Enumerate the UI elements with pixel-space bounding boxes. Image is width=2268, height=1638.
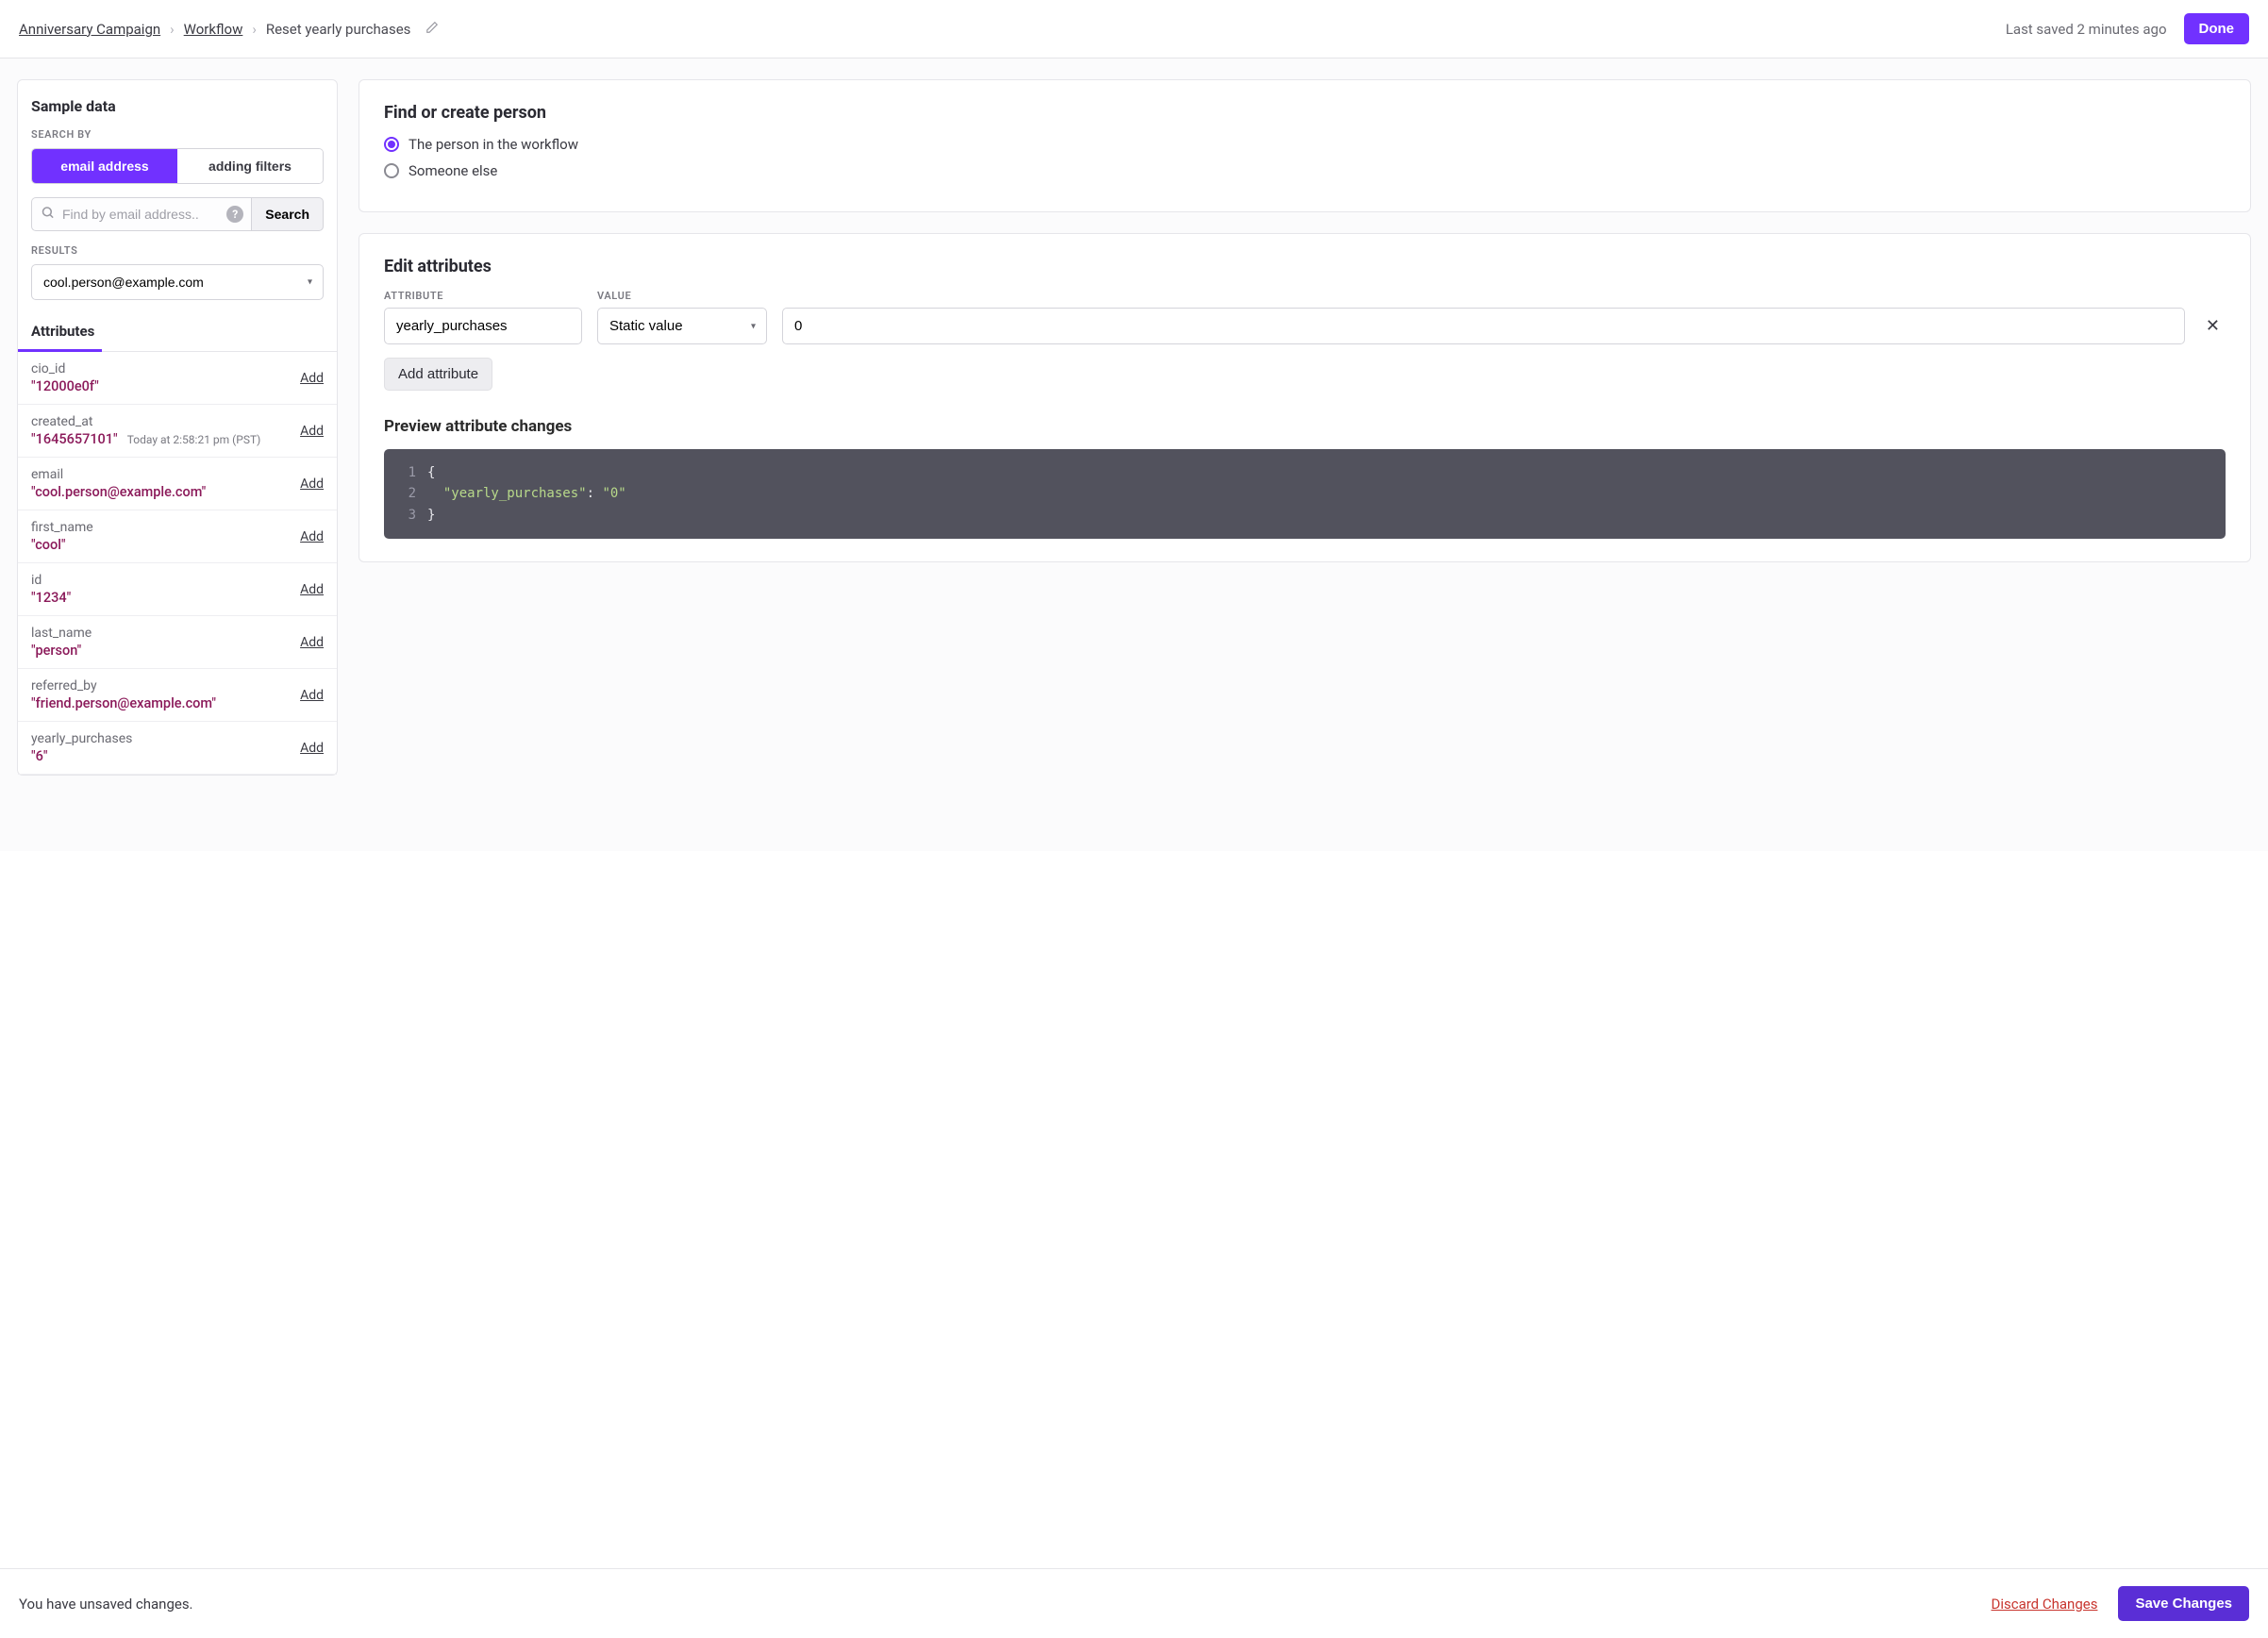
- attribute-row: referred_by"friend.person@example.com" Ad…: [18, 669, 337, 722]
- attribute-key: cio_id: [31, 361, 291, 376]
- chevron-right-icon: ›: [252, 21, 257, 38]
- attribute-row: yearly_purchases "6" Add: [18, 722, 337, 775]
- attribute-value: "1645657101": [31, 431, 118, 447]
- header-bar: Anniversary Campaign › Workflow › Reset …: [0, 0, 2268, 58]
- attribute-row: created_at "1645657101" Today at 2:58:21 p…: [18, 405, 337, 458]
- chevron-right-icon: ›: [170, 21, 175, 38]
- attribute-row: cio_id "12000e0f" Add: [18, 352, 337, 405]
- attribute-row: email "cool.person@example.com" Add: [18, 458, 337, 510]
- attribute-key: id: [31, 573, 291, 588]
- attribute-key: yearly_purchases: [31, 731, 291, 746]
- help-icon[interactable]: ?: [226, 206, 243, 223]
- results-select[interactable]: cool.person@example.com: [31, 264, 324, 300]
- radio-label: The person in the workflow: [409, 136, 578, 153]
- attribute-value: "person": [31, 643, 81, 659]
- find-person-title: Find or create person: [384, 103, 2226, 123]
- attribute-key: first_name: [31, 520, 291, 535]
- add-attribute-link[interactable]: Add: [300, 424, 324, 439]
- unsaved-message: You have unsaved changes.: [19, 1596, 193, 1613]
- discard-changes-link[interactable]: Discard Changes: [1991, 1596, 2097, 1613]
- attribute-value: "1234": [31, 590, 71, 606]
- value-col-label: VALUE: [597, 290, 767, 302]
- edit-attributes-panel: Edit attributes ATTRIBUTE VALUE Static v…: [359, 233, 2251, 562]
- toggle-filters[interactable]: adding filters: [177, 149, 323, 183]
- footer-bar: You have unsaved changes. Discard Change…: [0, 1568, 2268, 1638]
- last-saved-text: Last saved 2 minutes ago: [2006, 21, 2167, 38]
- preview-title: Preview attribute changes: [384, 417, 2226, 436]
- attribute-value: "cool": [31, 537, 66, 553]
- add-attribute-link[interactable]: Add: [300, 529, 324, 544]
- edit-attributes-title: Edit attributes: [384, 257, 2226, 276]
- radio-label: Someone else: [409, 162, 497, 179]
- value-type-select[interactable]: Static value: [597, 308, 767, 344]
- attribute-key: last_name: [31, 626, 291, 641]
- search-mode-toggle: email address adding filters: [31, 148, 324, 184]
- attribute-name-input[interactable]: [384, 308, 582, 344]
- close-icon: ✕: [2206, 316, 2220, 335]
- search-by-label: SEARCH BY: [31, 128, 324, 141]
- attribute-key: email: [31, 467, 291, 482]
- attribute-row: last_name "person" Add: [18, 616, 337, 669]
- save-changes-button[interactable]: Save Changes: [2118, 1586, 2249, 1621]
- add-attribute-link[interactable]: Add: [300, 741, 324, 756]
- toggle-email[interactable]: email address: [32, 149, 177, 183]
- attribute-key: referred_by: [31, 678, 291, 694]
- add-attribute-link[interactable]: Add: [300, 582, 324, 597]
- add-attribute-link[interactable]: Add: [300, 476, 324, 492]
- add-attribute-button[interactable]: Add attribute: [384, 358, 492, 391]
- done-button[interactable]: Done: [2184, 13, 2250, 44]
- search-button[interactable]: Search: [251, 197, 324, 231]
- search-input[interactable]: [31, 197, 251, 231]
- breadcrumb-current: Reset yearly purchases: [266, 21, 411, 38]
- radio-person-in-workflow[interactable]: The person in the workflow: [384, 136, 2226, 153]
- add-attribute-link[interactable]: Add: [300, 688, 324, 703]
- add-attribute-link[interactable]: Add: [300, 635, 324, 650]
- attribute-value: "6": [31, 748, 48, 764]
- find-person-panel: Find or create person The person in the …: [359, 79, 2251, 212]
- search-icon: [41, 206, 55, 224]
- tab-attributes[interactable]: Attributes: [18, 313, 102, 352]
- attribute-value: "cool.person@example.com": [31, 484, 206, 500]
- attribute-row: id "1234" Add: [18, 563, 337, 616]
- attribute-list: cio_id "12000e0f" Add created_at "1645657101…: [18, 352, 337, 775]
- attribute-col-label: ATTRIBUTE: [384, 290, 582, 302]
- attribute-key: created_at: [31, 414, 291, 429]
- breadcrumb: Anniversary Campaign › Workflow › Reset …: [19, 21, 439, 38]
- code-preview: 1{ 2 "yearly_purchases": "0" 3}: [384, 449, 2226, 539]
- pencil-icon[interactable]: [425, 21, 439, 38]
- sidebar-title: Sample data: [31, 97, 324, 115]
- remove-attribute-button[interactable]: ✕: [2200, 307, 2226, 344]
- sidebar-panel: Sample data SEARCH BY email address addi…: [17, 79, 338, 776]
- add-attribute-link[interactable]: Add: [300, 371, 324, 386]
- results-label: RESULTS: [31, 244, 324, 257]
- attribute-meta: Today at 2:58:21 pm (PST): [127, 433, 261, 446]
- attribute-row: first_name "cool" Add: [18, 510, 337, 563]
- breadcrumb-link-workflow[interactable]: Workflow: [184, 21, 243, 38]
- value-input[interactable]: [782, 308, 2185, 344]
- breadcrumb-link-campaign[interactable]: Anniversary Campaign: [19, 21, 160, 38]
- radio-someone-else[interactable]: Someone else: [384, 162, 2226, 179]
- attribute-value: "12000e0f": [31, 378, 99, 394]
- attribute-value: "friend.person@example.com": [31, 695, 216, 711]
- header-right: Last saved 2 minutes ago Done: [2006, 13, 2249, 44]
